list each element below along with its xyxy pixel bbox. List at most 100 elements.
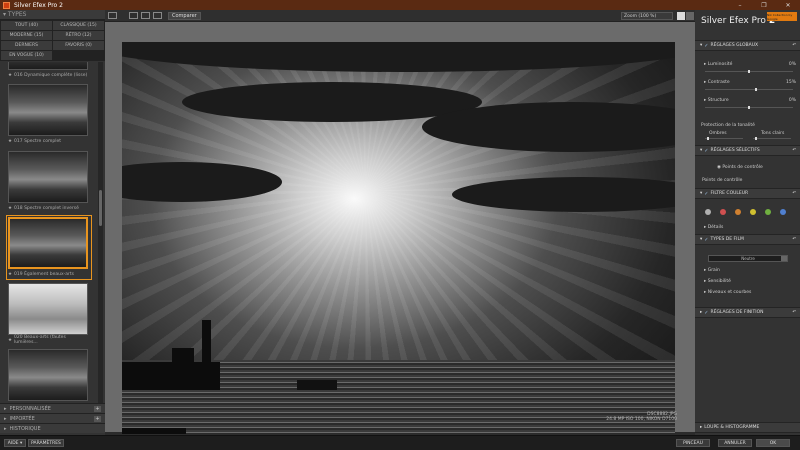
levels-curves-row[interactable]: ▸ Niveaux et courbes <box>704 290 796 295</box>
reset-icon[interactable]: ↶ <box>792 310 796 315</box>
section-film-types[interactable]: ▾ ✓ TYPES DE FILM ↶ <box>695 234 800 245</box>
reset-icon[interactable]: ↶ <box>792 148 796 153</box>
enable-check-icon[interactable]: ✓ <box>704 310 708 316</box>
maximize-button[interactable]: ❐ <box>752 2 776 9</box>
category-all[interactable]: TOUT (40) <box>1 21 52 30</box>
structure-slider[interactable] <box>705 106 793 109</box>
collapse-arrow-icon: ▾ <box>700 191 703 196</box>
zoom-label: Zoom (100 %) <box>624 13 657 19</box>
brightness-slider[interactable] <box>705 70 793 73</box>
help-button[interactable]: AIDE ▾ <box>4 439 26 447</box>
enable-check-icon[interactable]: ✓ <box>704 43 708 49</box>
filter-green-swatch[interactable] <box>765 209 771 215</box>
minimize-button[interactable]: – <box>728 2 752 9</box>
cancel-button[interactable]: ANNULER <box>718 439 752 447</box>
category-retro[interactable]: RÉTRO (12) <box>53 31 104 40</box>
star-icon[interactable]: ★ <box>8 73 12 78</box>
film-type-select[interactable]: Neutre <box>708 255 788 262</box>
zoom-select[interactable]: Zoom (100 %) <box>621 12 673 20</box>
collapse-arrow-icon: ▾ <box>700 43 703 48</box>
filter-blue-swatch[interactable] <box>780 209 786 215</box>
filter-yellow-swatch[interactable] <box>750 209 756 215</box>
preset-item[interactable]: ★ 016 Dynamique complète (lisse) <box>8 62 90 79</box>
compare-button[interactable]: Comparer <box>168 11 201 20</box>
preset-item[interactable]: ★ 018 Spectre complet inversé <box>8 151 90 212</box>
contrast-row[interactable]: ▸ Contraste 15% <box>704 80 796 85</box>
structure-value: 0% <box>788 98 796 103</box>
preset-scrollbar[interactable] <box>98 62 103 410</box>
slider-handle[interactable] <box>748 106 750 109</box>
section-loupe-histogram[interactable]: ▸ LOUPE & HISTOGRAMME <box>695 422 800 433</box>
split-view-icon[interactable] <box>141 12 150 19</box>
adjustments-panel: Silver Efex Pro 2 Nik Collection by Googl… <box>695 10 800 447</box>
category-classic[interactable]: CLASSIQUE (15) <box>53 21 104 30</box>
preset-thumbnail <box>8 217 88 269</box>
add-control-point-button[interactable]: ◉ Points de contrôle <box>717 165 763 170</box>
contrast-slider[interactable] <box>705 88 793 91</box>
browser-toggle-icon[interactable] <box>108 12 117 19</box>
enable-check-icon[interactable]: ✓ <box>704 148 708 154</box>
preview-image[interactable] <box>122 42 675 434</box>
reset-icon[interactable]: ↶ <box>792 237 796 242</box>
slider-handle[interactable] <box>748 70 750 73</box>
collapse-arrow-icon: ▾ <box>700 237 703 242</box>
highlights-slider[interactable] <box>753 137 791 140</box>
category-recent[interactable]: DERNIERS <box>1 41 52 50</box>
add-preset-icon[interactable]: + <box>94 406 101 412</box>
reset-icon[interactable]: ↶ <box>792 191 796 196</box>
section-color-filter[interactable]: ▾ ✓ FILTRE COULEUR ↶ <box>695 188 800 199</box>
section-selective-adjustments[interactable]: ▾ ✓ RÉGLAGES SÉLECTIFS ↶ <box>695 145 800 156</box>
background-light-icon[interactable] <box>677 12 685 20</box>
types-header[interactable]: ▾ TYPES <box>0 10 105 20</box>
enable-check-icon[interactable]: ✓ <box>704 191 708 197</box>
preset-item[interactable]: ★ 020 Beaux-arts (fautes lumières... <box>8 283 90 345</box>
star-icon[interactable]: ★ <box>8 206 12 211</box>
sensitivity-row[interactable]: ▸ Sensibilité <box>704 279 796 284</box>
slider-handle[interactable] <box>707 137 709 140</box>
brightness-row[interactable]: ▸ Luminosité 0% <box>704 62 796 67</box>
import-preset-icon[interactable]: + <box>94 416 101 422</box>
star-icon[interactable]: ★ <box>8 338 12 343</box>
section-global-adjustments[interactable]: ▾ ✓ RÉGLAGES GLOBAUX ↶ <box>695 40 800 51</box>
types-header-label: TYPES <box>7 11 27 18</box>
scrollbar-thumb[interactable] <box>99 190 102 226</box>
shadows-slider[interactable] <box>705 137 743 140</box>
slider-handle[interactable] <box>755 137 757 140</box>
filter-neutral-swatch[interactable] <box>705 209 711 215</box>
section-color-filter-label: FILTRE COULEUR <box>710 191 749 196</box>
ok-button[interactable]: OK <box>756 439 790 447</box>
reset-icon[interactable]: ↶ <box>792 43 796 48</box>
section-custom[interactable]: ▸ PERSONNALISÉE + <box>0 403 105 413</box>
structure-row[interactable]: ▸ Structure 0% <box>704 98 796 103</box>
side-by-side-icon[interactable] <box>153 12 162 19</box>
filter-red-swatch[interactable] <box>720 209 726 215</box>
color-filter-details-row[interactable]: ▸ Détails <box>704 225 796 230</box>
slider-handle[interactable] <box>755 88 757 91</box>
preview-canvas[interactable]: DSC8882.JPG 24.8 MP ISO 100, NIKON D7100 <box>105 22 695 434</box>
preset-caption: 019 Également beaux-arts <box>14 271 74 277</box>
enable-check-icon[interactable]: ✓ <box>704 237 708 243</box>
single-view-icon[interactable] <box>129 12 138 19</box>
background-dark-icon[interactable] <box>686 12 694 20</box>
section-history-label: HISTORIQUE <box>9 425 41 432</box>
preset-item[interactable] <box>8 349 90 401</box>
section-imported[interactable]: ▸ IMPORTÉE + <box>0 413 105 423</box>
levels-curves-label: Niveaux et courbes <box>707 290 752 295</box>
control-points-list[interactable]: Points de contrôle <box>702 178 742 183</box>
preset-item[interactable]: ★ 017 Spectre complet <box>8 84 90 145</box>
category-trending[interactable]: EN VOGUE (10) <box>1 51 52 60</box>
settings-button[interactable]: PARAMÈTRES <box>28 439 64 447</box>
star-icon[interactable]: ★ <box>8 272 12 277</box>
preset-thumbnail <box>8 349 88 401</box>
category-modern[interactable]: MODERNE (15) <box>1 31 52 40</box>
grain-row[interactable]: ▸ Grain <box>704 268 796 273</box>
preset-item-selected[interactable]: ★ 019 Également beaux-arts <box>6 215 92 280</box>
filter-orange-swatch[interactable] <box>735 209 741 215</box>
brush-button[interactable]: PINCEAU <box>676 439 710 447</box>
star-icon[interactable]: ★ <box>8 139 12 144</box>
collapse-arrow-icon: ▾ <box>700 148 703 153</box>
category-favorites[interactable]: FAVORIS (0) <box>53 41 104 50</box>
section-history[interactable]: ▸ HISTORIQUE <box>0 423 105 433</box>
section-finishing[interactable]: ▸ ✓ RÉGLAGES DE FINITION ↶ <box>695 307 800 318</box>
close-button[interactable]: ✕ <box>776 2 800 9</box>
